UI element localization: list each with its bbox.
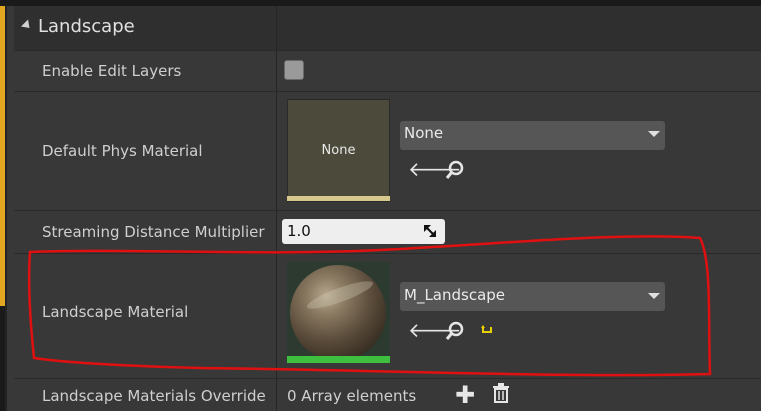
red-annotation-outline	[27, 235, 712, 377]
